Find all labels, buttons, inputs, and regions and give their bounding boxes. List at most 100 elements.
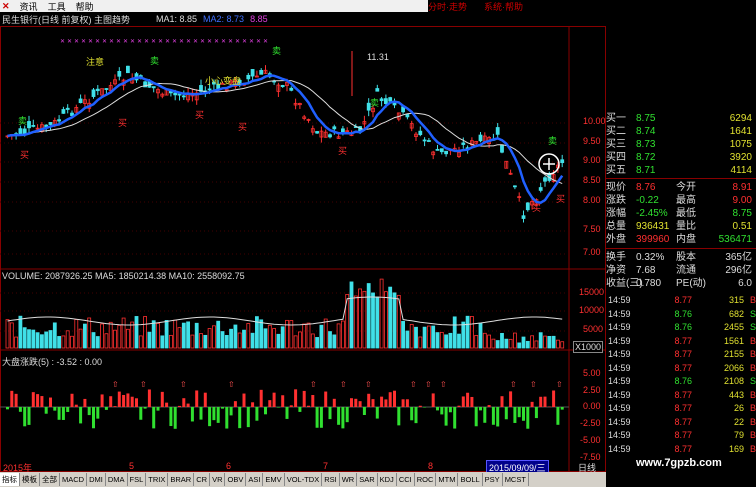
tab-cci[interactable]: CCI [397,473,415,486]
tab-mcst[interactable]: MCST [503,473,529,486]
tick-mark: ✕ [263,39,268,45]
stock-title: 民生银行(日线 前复权) 主图趋势 [2,14,130,25]
volume-bar [547,335,552,349]
date-month: 6 [226,461,232,471]
menu-item-news[interactable]: 资讯 [20,0,38,13]
sell-signal: 卖 [18,116,27,126]
candle-body [500,144,504,153]
tab-emv[interactable]: EMV [263,473,285,486]
tab-rsi[interactable]: RSI [322,473,340,486]
tab-psy[interactable]: PSY [483,473,503,486]
indicator-arrow: ⇧ [310,380,317,389]
tick-direction: B [749,443,756,454]
indicator-bar [221,407,224,409]
volume-bar [65,330,70,349]
quote-separator [606,248,756,249]
candle-body [332,126,337,130]
stock-chart[interactable]: 买买买买买买买卖卖卖卖卖✕ ✕ ✕ ✕ ✕ ✕ ✕ ✕ ✕ ✕ ✕ ✕ ✕ ✕ ✕ ✕ ✕ ✕ ✕ ✕ ✕ ✕ ✕ ✕ ✕ ✕ ✕ ✕… [0,26,606,472]
indicator-bar [160,391,164,407]
y-tick: 7.50 [583,224,601,234]
stat-value: 8.91 [732,182,752,193]
tab-roc[interactable]: ROC [415,473,437,486]
candle-body [91,89,96,97]
stat-label: 今开 [676,182,696,193]
volume-bar [130,321,135,349]
indicator-bar [444,407,448,426]
stat-label: PE(动) [676,278,706,289]
volume-bar [70,335,74,349]
stat-label: 总量 [606,221,626,232]
bid-label: 买三 [606,139,626,150]
buy-signal: 买 [556,194,565,204]
tab-asi[interactable]: ASI [246,473,264,486]
indicator-arrow: ⇧ [440,380,447,389]
crosshair-cursor[interactable] [538,153,560,175]
stat-row: 净资 7.68 流通 296亿 [606,264,756,277]
volume-bar [9,322,14,349]
volume-bar [117,324,122,349]
tick-row: 14:59 8.77 169 B [606,443,756,457]
tick-volume: 315 [728,295,744,305]
volume-bar [297,331,302,349]
indicator-bar [255,407,259,421]
tick-mark: ✕ [116,39,121,45]
indicator-bar [122,394,126,407]
tick-direction: S [749,322,756,332]
tab-sar[interactable]: SAR [357,473,378,486]
tick-mark: ✕ [109,39,114,45]
indicator-bar [53,407,57,411]
candle-body [151,86,156,89]
indicator-bar [40,396,44,407]
tick-price: 8.76 [674,308,692,319]
volume-bar [448,332,453,349]
volume-bar [91,332,96,349]
tab-brar[interactable]: BRAR [168,473,195,486]
menu-item-tools[interactable]: 工具 [48,0,66,13]
indicator-bar [70,393,74,407]
indicator-bar [281,395,285,407]
indicator-bar [315,407,319,428]
tick-price: 8.77 [674,335,692,346]
tab-vol-tdx[interactable]: VOL-TDX [285,473,323,486]
indicator-bar [410,407,414,421]
indicator-bar [242,393,246,407]
tab-mtm[interactable]: MTM [436,473,459,486]
tab-模板[interactable]: 模板 [20,473,40,486]
tab-cr[interactable]: CR [194,473,211,486]
volume-bar [151,320,156,349]
tab-wr[interactable]: WR [340,473,358,486]
tab-fsl[interactable]: FSL [128,473,147,486]
candle-body [444,150,449,155]
stat-label: 内盘 [676,234,696,245]
stat-label: 收益(三) [606,278,643,289]
candle-body [126,65,130,74]
sell-signal: 卖 [370,98,379,108]
tab-kdj[interactable]: KDJ [378,473,397,486]
tab-obv[interactable]: OBV [225,473,247,486]
candle-body [95,88,100,92]
volume-bar [267,324,272,349]
stat-value: 296亿 [725,265,752,276]
volume-bar [181,322,186,349]
close-icon[interactable]: ✕ [2,1,10,12]
volume-bar [362,290,367,349]
indicator-bar [126,393,130,407]
tab-全部[interactable]: 全部 [40,473,60,486]
ma3-label: 8.85 [250,14,268,24]
tab-dma[interactable]: DMA [106,473,128,486]
tab-boll[interactable]: BOLL [458,473,483,486]
quick-menu: 分时·走势 系统·帮助 [428,0,756,12]
candle-body [525,202,530,211]
tick-mark: ✕ [144,39,149,45]
buy-signal: 买 [532,203,541,213]
tab-trix[interactable]: TRIX [146,473,169,486]
tab-vr[interactable]: VR [210,473,226,486]
tab-dmi[interactable]: DMI [87,473,106,486]
indicator-bar [491,407,495,425]
tab-macd[interactable]: MACD [60,473,88,486]
menu-item-help[interactable]: 帮助 [76,0,94,13]
tab-指标[interactable]: 指标 [0,473,20,486]
tick-time: 14:59 [608,416,631,427]
vol-tick: 10000 [579,305,605,315]
indicator-label: 大盘涨跌(5) : -3.52 : 0.00 [2,357,103,367]
